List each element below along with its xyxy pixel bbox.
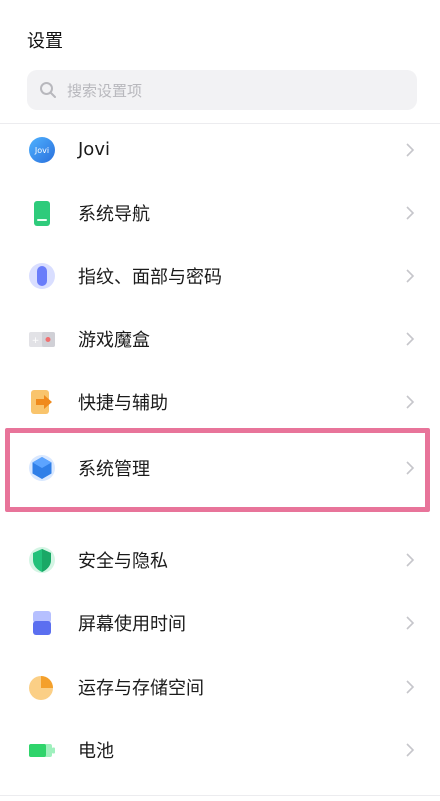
settings-item-label: 指纹、面部与密码 [78, 266, 222, 288]
game-box-icon: + [27, 324, 57, 354]
settings-item-label: 系统管理 [78, 458, 150, 480]
settings-item-label: 屏幕使用时间 [78, 613, 186, 635]
system-hexagon-icon [27, 453, 57, 483]
jovi-icon: Jovi [27, 135, 57, 165]
svg-text:Jovi: Jovi [34, 146, 49, 155]
divider [0, 795, 440, 796]
svg-text:+: + [32, 336, 40, 346]
search-input[interactable]: 搜索设置项 [27, 70, 417, 110]
search-icon [39, 81, 57, 99]
settings-item-system-management[interactable]: 系统管理 [0, 436, 440, 499]
search-placeholder: 搜索设置项 [67, 81, 143, 100]
chevron-right-icon [404, 330, 416, 348]
settings-item-game-box[interactable]: + 游戏魔盒 [0, 307, 440, 370]
chevron-right-icon [404, 141, 416, 159]
settings-item-label: Jovi [78, 139, 110, 160]
battery-icon [27, 735, 57, 765]
settings-item-battery[interactable]: 电池 [0, 718, 440, 781]
phone-navigation-icon [27, 198, 57, 228]
settings-item-label: 快捷与辅助 [78, 392, 168, 414]
chevron-right-icon [404, 614, 416, 632]
settings-item-label: 安全与隐私 [78, 550, 168, 572]
settings-item-system-navigation[interactable]: 系统导航 [0, 181, 440, 244]
chevron-right-icon [404, 204, 416, 222]
settings-item-jovi[interactable]: Jovi Jovi [0, 118, 440, 181]
settings-item-label: 运存与存储空间 [78, 677, 204, 699]
chevron-right-icon [404, 393, 416, 411]
storage-pie-icon [27, 672, 57, 702]
chevron-right-icon [404, 459, 416, 477]
settings-item-memory-storage[interactable]: 运存与存储空间 [0, 655, 440, 718]
shortcut-arrow-icon [27, 387, 57, 417]
chevron-right-icon [404, 551, 416, 569]
chevron-right-icon [404, 267, 416, 285]
fingerprint-icon [27, 261, 57, 291]
chevron-right-icon [404, 741, 416, 759]
settings-item-shortcuts-accessibility[interactable]: 快捷与辅助 [0, 370, 440, 433]
screen-time-icon [27, 608, 57, 638]
settings-item-fingerprint-face-password[interactable]: 指纹、面部与密码 [0, 244, 440, 307]
chevron-right-icon [404, 678, 416, 696]
page-title: 设置 [27, 31, 63, 52]
settings-item-label: 电池 [78, 740, 114, 762]
settings-item-label: 游戏魔盒 [78, 329, 150, 351]
settings-item-screen-time[interactable]: 屏幕使用时间 [0, 591, 440, 654]
settings-item-security-privacy[interactable]: 安全与隐私 [0, 528, 440, 591]
settings-item-label: 系统导航 [78, 203, 150, 225]
shield-icon [27, 545, 57, 575]
